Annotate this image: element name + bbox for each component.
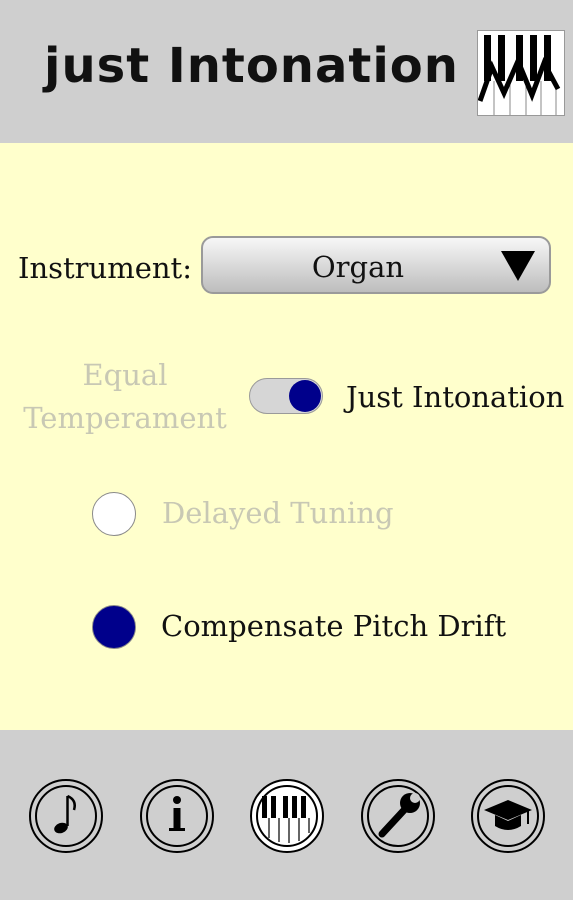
music-note-icon bbox=[29, 779, 103, 853]
wrench-icon bbox=[361, 779, 435, 853]
dropdown-arrow-icon bbox=[501, 251, 535, 281]
equal-temperament-label-line1: Equal bbox=[82, 358, 168, 392]
graduation-cap-icon bbox=[471, 779, 545, 853]
just-intonation-label: Just Intonation bbox=[346, 380, 565, 414]
music-note-button[interactable] bbox=[28, 778, 104, 854]
bottom-toolbar bbox=[0, 730, 573, 900]
header-bar: just Intonation bbox=[0, 0, 573, 143]
equal-temperament-label-line2: Temperament bbox=[23, 401, 227, 435]
compensate-pitch-drift-label: Compensate Pitch Drift bbox=[161, 609, 507, 643]
settings-panel: Instrument: Organ Equal Temperament Just… bbox=[0, 143, 573, 730]
piano-keyboard-icon bbox=[250, 779, 324, 853]
settings-wrench-button[interactable] bbox=[360, 778, 436, 854]
app-title: just Intonation bbox=[44, 38, 459, 94]
delayed-tuning-label: Delayed Tuning bbox=[162, 496, 394, 530]
piano-keys-logo-icon[interactable] bbox=[477, 30, 565, 116]
instrument-dropdown[interactable]: Organ bbox=[201, 236, 551, 294]
piano-keyboard-button[interactable] bbox=[249, 778, 325, 854]
info-icon bbox=[140, 779, 214, 853]
instrument-label: Instrument: bbox=[18, 251, 192, 285]
compensate-pitch-drift-radio[interactable] bbox=[92, 605, 136, 649]
instrument-value: Organ bbox=[311, 250, 405, 284]
tuning-mode-toggle[interactable] bbox=[249, 378, 323, 414]
delayed-tuning-radio[interactable] bbox=[92, 492, 136, 536]
tutorial-button[interactable] bbox=[470, 778, 546, 854]
toggle-knob bbox=[289, 380, 321, 412]
info-button[interactable] bbox=[139, 778, 215, 854]
